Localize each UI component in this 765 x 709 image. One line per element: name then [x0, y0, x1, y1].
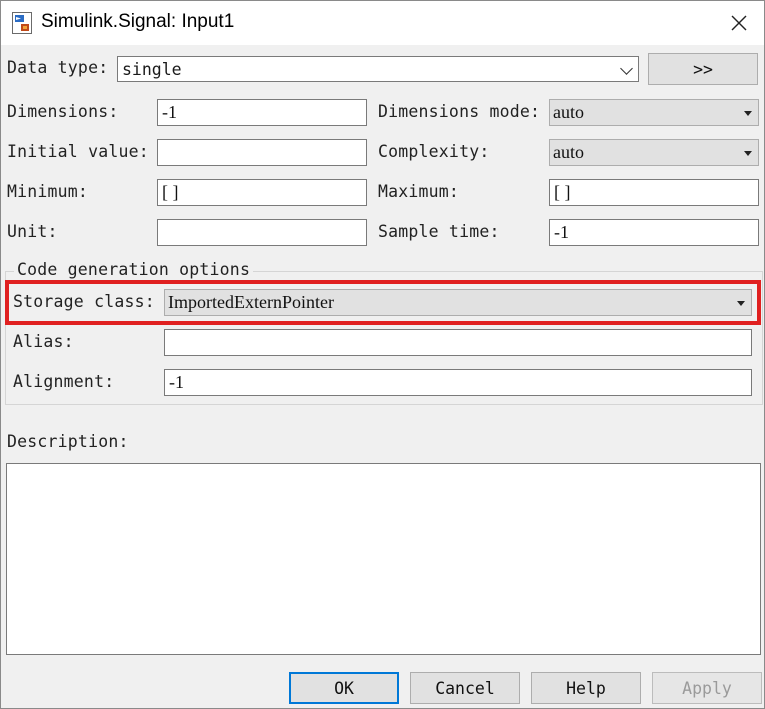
dialog-window: Simulink.Signal: Input1 Data type: singl…	[0, 0, 765, 709]
chevron-down-icon	[620, 62, 633, 75]
title-bar: Simulink.Signal: Input1	[1, 1, 764, 45]
initial-value-label: Initial value:	[7, 142, 149, 161]
sample-time-label: Sample time:	[378, 222, 500, 241]
complexity-combo[interactable]: auto	[549, 139, 759, 166]
storage-class-label: Storage class:	[13, 292, 155, 311]
initial-value-field[interactable]	[157, 139, 367, 166]
alias-field[interactable]	[164, 329, 752, 356]
dimensions-field[interactable]: -1	[157, 99, 367, 126]
complexity-value: auto	[553, 142, 584, 162]
data-type-assistant-button[interactable]: >>	[648, 53, 758, 85]
close-button[interactable]	[714, 1, 764, 45]
dimensions-mode-label: Dimensions mode:	[378, 102, 541, 121]
storage-class-combo[interactable]: ImportedExternPointer	[164, 289, 752, 316]
description-label: Description:	[7, 432, 129, 451]
dropdown-arrow-icon	[744, 151, 752, 156]
apply-button[interactable]: Apply	[652, 672, 762, 704]
close-icon	[731, 15, 747, 31]
data-type-label: Data type:	[7, 58, 109, 77]
window-title: Simulink.Signal: Input1	[41, 11, 235, 32]
dimensions-mode-combo[interactable]: auto	[549, 99, 759, 126]
alias-label: Alias:	[13, 332, 74, 351]
simulink-app-icon	[12, 12, 32, 34]
unit-field[interactable]	[157, 219, 367, 246]
unit-label: Unit:	[7, 222, 58, 241]
sample-time-field[interactable]: -1	[549, 219, 759, 246]
ok-button[interactable]: OK	[289, 672, 399, 704]
help-button[interactable]: Help	[531, 672, 641, 704]
dimensions-label: Dimensions:	[7, 102, 119, 121]
maximum-label: Maximum:	[378, 182, 460, 201]
code-generation-title: Code generation options	[14, 260, 254, 279]
cancel-button[interactable]: Cancel	[410, 672, 520, 704]
description-textarea[interactable]	[6, 463, 761, 655]
alignment-label: Alignment:	[13, 372, 115, 391]
dropdown-arrow-icon	[737, 301, 745, 306]
minimum-field[interactable]: [ ]	[157, 179, 367, 206]
storage-class-value: ImportedExternPointer	[168, 292, 334, 312]
data-type-value: single	[122, 59, 182, 79]
dimensions-mode-value: auto	[553, 102, 584, 122]
maximum-field[interactable]: [ ]	[549, 179, 759, 206]
alignment-field[interactable]: -1	[164, 369, 752, 396]
complexity-label: Complexity:	[378, 142, 490, 161]
data-type-combo[interactable]: single	[117, 56, 639, 82]
minimum-label: Minimum:	[7, 182, 89, 201]
dropdown-arrow-icon	[744, 111, 752, 116]
